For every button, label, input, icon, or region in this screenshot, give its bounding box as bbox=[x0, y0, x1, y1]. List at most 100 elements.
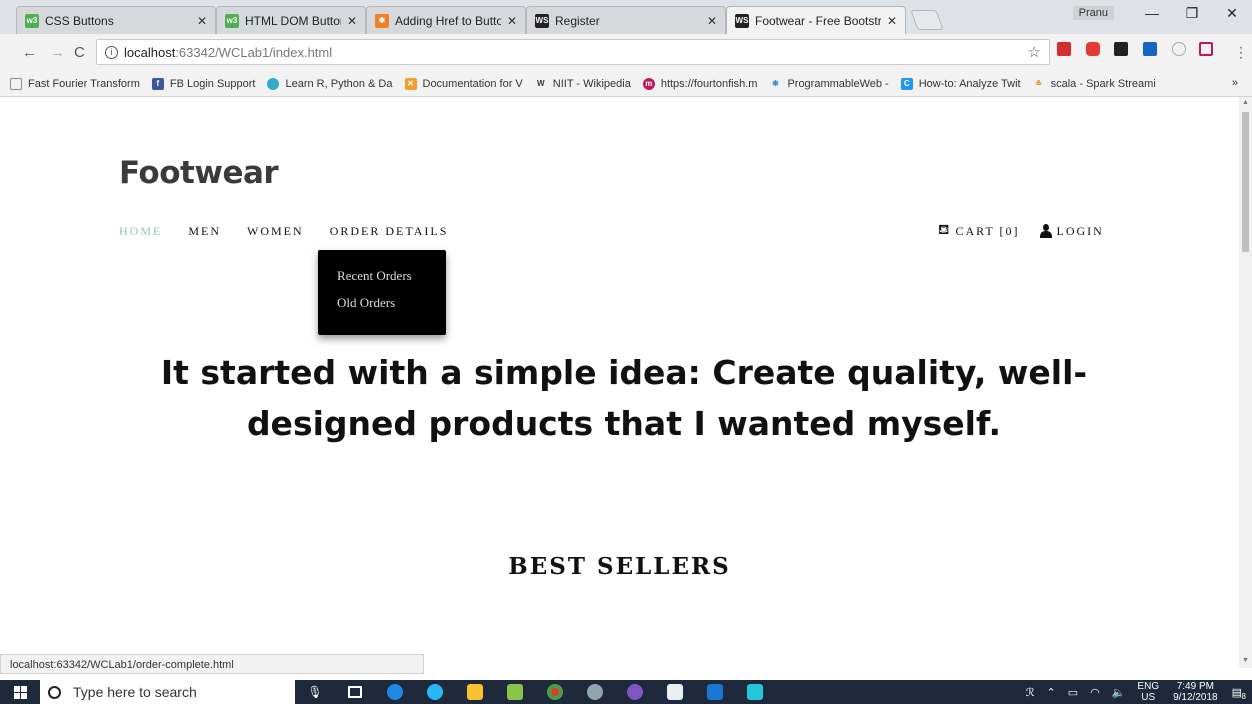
bookmark-item[interactable]: C How-to: Analyze Twit bbox=[900, 77, 1021, 90]
chevron-up-icon[interactable]: ⌃ bbox=[1046, 686, 1055, 699]
bookmark-item[interactable]: f FB Login Support bbox=[151, 77, 255, 90]
bookmark-star-icon[interactable]: ☆ bbox=[1028, 43, 1041, 61]
bookmark-item[interactable]: Fast Fourier Transform bbox=[10, 77, 140, 90]
cloudera-icon: C bbox=[900, 77, 913, 90]
tab-adding-href[interactable]: ✱ Adding Href to Button - ( ✕ bbox=[366, 6, 526, 34]
nav-men[interactable]: MEN bbox=[188, 224, 221, 239]
sticky-notes-icon[interactable] bbox=[655, 680, 695, 704]
webstorm-icon: WS bbox=[735, 13, 749, 28]
extension-pocket2-icon[interactable] bbox=[1199, 42, 1213, 56]
close-icon[interactable]: ✕ bbox=[347, 14, 357, 28]
tab-label: CSS Buttons bbox=[45, 13, 114, 28]
microphone-icon[interactable]: 🎙 bbox=[295, 680, 335, 704]
login-link[interactable]: LOGIN bbox=[1057, 224, 1104, 239]
language-indicator[interactable]: ENG US bbox=[1137, 681, 1159, 703]
facebook-icon: f bbox=[151, 77, 164, 90]
best-sellers-heading: BEST SELLERS bbox=[508, 553, 731, 580]
forward-icon[interactable]: → bbox=[50, 44, 65, 61]
scroll-thumb[interactable] bbox=[1242, 112, 1249, 252]
nav-women[interactable]: WOMEN bbox=[247, 224, 304, 239]
close-window-icon[interactable]: ✕ bbox=[1212, 5, 1252, 22]
bookmark-item[interactable]: Learn R, Python & Da bbox=[267, 77, 393, 90]
tab-label: Adding Href to Button - ( bbox=[395, 13, 501, 28]
wifi-icon[interactable]: ◠ bbox=[1090, 686, 1100, 699]
task-view-icon[interactable] bbox=[335, 680, 375, 704]
page-scrollbar[interactable]: ▲ ▼ bbox=[1239, 97, 1252, 668]
bookmark-label: scala - Spark Streami bbox=[1050, 77, 1156, 90]
extension-circle-icon[interactable] bbox=[1172, 42, 1186, 56]
stackoverflow-icon: ✱ bbox=[375, 13, 389, 28]
site-logo[interactable]: Footwear bbox=[119, 155, 279, 191]
w3schools-icon: w3 bbox=[25, 13, 39, 28]
extension-trello-icon[interactable] bbox=[1143, 42, 1157, 56]
page-viewport: Footwear HOME MEN WOMEN ORDER DETAILS ⛾ … bbox=[0, 97, 1239, 668]
scroll-up-icon[interactable]: ▲ bbox=[1242, 99, 1249, 106]
profile-button[interactable]: Pranu bbox=[1072, 6, 1114, 20]
start-button[interactable] bbox=[0, 680, 40, 704]
maximize-icon[interactable]: ❐ bbox=[1172, 5, 1212, 22]
windows-icon bbox=[13, 685, 27, 699]
webstorm-taskbar-icon[interactable] bbox=[735, 680, 775, 704]
bookmark-item[interactable]: W NIIT - Wikipedia bbox=[535, 78, 631, 90]
bookmark-item[interactable]: ✕ Documentation for V bbox=[404, 77, 523, 90]
cart-icon[interactable]: ⛾ bbox=[938, 222, 951, 240]
scroll-down-icon[interactable]: ▼ bbox=[1242, 657, 1249, 664]
tab-label: HTML DOM Button Obje bbox=[245, 13, 341, 28]
minimize-icon[interactable]: — bbox=[1132, 5, 1172, 21]
volume-icon[interactable]: 🔈 bbox=[1112, 686, 1126, 699]
r-studio-icon[interactable] bbox=[575, 680, 615, 704]
tab-css-buttons[interactable]: w3 CSS Buttons ✕ bbox=[16, 6, 216, 34]
tab-footwear[interactable]: WS Footwear - Free Bootstra ✕ bbox=[726, 6, 906, 34]
safari-icon[interactable] bbox=[415, 680, 455, 704]
bookmark-label: Documentation for V bbox=[422, 77, 523, 90]
main-nav: HOME MEN WOMEN ORDER DETAILS bbox=[119, 224, 474, 239]
edge-icon[interactable] bbox=[375, 680, 415, 704]
close-icon[interactable]: ✕ bbox=[197, 14, 207, 28]
bookmark-item[interactable]: ✱ ProgrammableWeb - bbox=[769, 78, 889, 90]
chrome-icon[interactable] bbox=[535, 680, 575, 704]
cart-link[interactable]: CART [0] bbox=[955, 224, 1019, 239]
tab-register[interactable]: WS Register ✕ bbox=[526, 6, 726, 34]
datacamp-icon bbox=[267, 77, 280, 90]
clock[interactable]: 7:49 PM 9/12/2018 bbox=[1173, 681, 1218, 703]
extension-pocket-icon[interactable] bbox=[1086, 42, 1100, 56]
lang-label: ENG bbox=[1137, 681, 1160, 692]
tab-html-dom-button[interactable]: w3 HTML DOM Button Obje ✕ bbox=[216, 6, 366, 34]
reload-icon[interactable]: C bbox=[74, 44, 85, 61]
clock-date: 9/12/2018 bbox=[1173, 692, 1218, 703]
url-host: localhost bbox=[124, 44, 176, 60]
app-icon[interactable] bbox=[495, 680, 535, 704]
dropdown-item-recent-orders[interactable]: Recent Orders bbox=[318, 268, 446, 295]
bookmarks-overflow-button[interactable]: » bbox=[1232, 77, 1238, 89]
menu-icon[interactable]: ⋮ bbox=[1234, 44, 1248, 61]
notifications-icon[interactable]: ▤ 8 bbox=[1232, 686, 1246, 701]
purple-app-icon[interactable] bbox=[615, 680, 655, 704]
taskbar-search[interactable]: Type here to search bbox=[40, 680, 295, 704]
tab-label: Register bbox=[555, 13, 600, 28]
file-explorer-icon[interactable] bbox=[455, 680, 495, 704]
bookmarks-bar: Fast Fourier Transform f FB Login Support… bbox=[0, 71, 1252, 97]
back-icon[interactable]: ← bbox=[22, 44, 37, 61]
bookmark-item[interactable]: ≗ scala - Spark Streami bbox=[1033, 78, 1156, 90]
w3schools-icon: w3 bbox=[225, 13, 239, 28]
close-icon[interactable]: ✕ bbox=[507, 14, 517, 28]
nav-home[interactable]: HOME bbox=[119, 224, 162, 239]
outlook-icon[interactable] bbox=[695, 680, 735, 704]
nav-order-details[interactable]: ORDER DETAILS bbox=[330, 224, 449, 239]
people-icon[interactable]: ℛ bbox=[1026, 686, 1035, 699]
extension-red-icon[interactable] bbox=[1057, 42, 1071, 56]
dropdown-item-old-orders[interactable]: Old Orders bbox=[318, 295, 446, 322]
new-tab-button[interactable] bbox=[910, 10, 944, 30]
close-icon[interactable]: ✕ bbox=[707, 14, 717, 28]
bookmark-item[interactable]: m https://fourtonfish.m bbox=[642, 77, 757, 90]
user-icon[interactable] bbox=[1039, 224, 1052, 238]
extension-jb-icon[interactable] bbox=[1114, 42, 1128, 56]
address-bar[interactable]: i localhost :63342/WCLab1/index.html ☆ bbox=[96, 39, 1050, 65]
wikipedia-icon: W bbox=[537, 79, 545, 88]
clock-time: 7:49 PM bbox=[1176, 681, 1214, 692]
info-icon[interactable]: i bbox=[105, 45, 118, 59]
battery-icon[interactable]: ▭ bbox=[1068, 686, 1078, 699]
close-icon[interactable]: ✕ bbox=[887, 14, 897, 28]
region-label: US bbox=[1141, 692, 1156, 703]
bookmark-label: Learn R, Python & Da bbox=[285, 77, 393, 90]
